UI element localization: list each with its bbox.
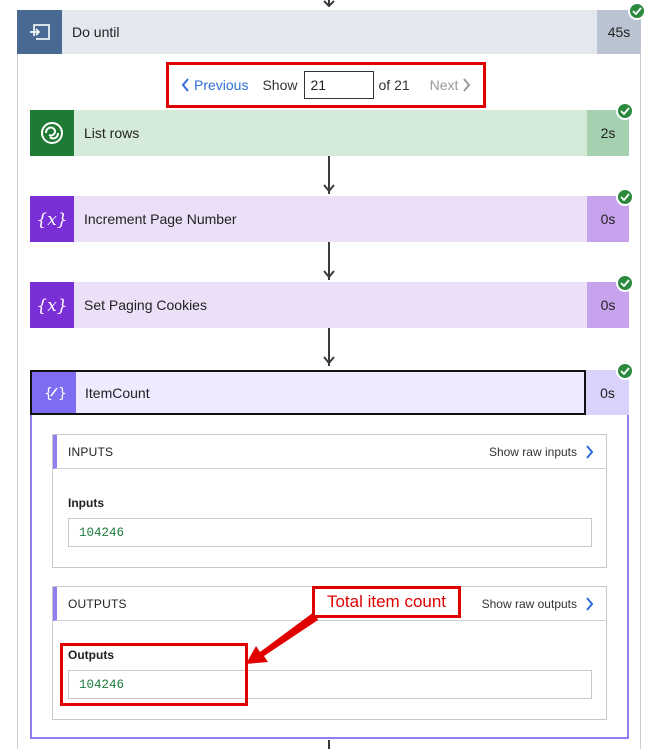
svg-text:{x}: {x} — [36, 210, 67, 230]
action-label: ItemCount — [30, 370, 586, 415]
chevron-right-icon — [586, 445, 594, 459]
annotation-label: Total item count — [312, 586, 461, 618]
arrow-down-icon — [323, 356, 335, 365]
arrow-down-icon — [323, 184, 335, 193]
success-check-icon — [628, 2, 646, 20]
svg-text:{x}: {x} — [36, 296, 67, 316]
previous-button[interactable]: Previous — [181, 77, 248, 93]
iteration-input[interactable] — [303, 71, 374, 99]
show-raw-inputs-link[interactable]: Show raw inputs — [489, 435, 594, 469]
do-until-title: Do until — [72, 24, 120, 40]
show-raw-outputs-link[interactable]: Show raw outputs — [482, 587, 594, 621]
action-label: List rows — [84, 125, 140, 141]
success-check-icon — [616, 188, 634, 206]
show-label: Show — [262, 77, 298, 93]
action-set-paging-cookies[interactable]: {x} Set Paging Cookies 0s — [30, 282, 629, 328]
annotation-arrow — [246, 612, 318, 664]
iteration-total: of 21 — [378, 77, 410, 93]
compose-icon: { } — [32, 372, 76, 413]
action-item-count-header[interactable]: ItemCount { } 0s — [30, 370, 629, 415]
annotation-highlight-box — [60, 643, 248, 706]
connector-bottom — [328, 740, 330, 749]
do-until-header[interactable]: Do until 45s — [17, 10, 641, 54]
loop-icon — [17, 10, 62, 54]
show-raw-inputs-label: Show raw inputs — [488, 445, 577, 459]
chevron-left-icon — [181, 78, 189, 92]
success-check-icon — [616, 274, 634, 292]
chevron-right-icon — [586, 597, 594, 611]
show-raw-outputs-label: Show raw outputs — [481, 597, 577, 611]
action-list-rows[interactable]: List rows 2s — [30, 110, 629, 156]
success-check-icon — [616, 362, 634, 380]
chevron-right-icon — [463, 78, 471, 92]
next-button[interactable]: Next — [430, 77, 472, 93]
arrow-down-icon — [323, 270, 335, 279]
action-increment-page-number[interactable]: {x} Increment Page Number 0s — [30, 196, 629, 242]
action-label: Increment Page Number — [84, 211, 237, 227]
svg-text:}: } — [58, 386, 67, 402]
inputs-value: 104246 — [68, 518, 592, 547]
previous-label: Previous — [194, 77, 249, 93]
variable-icon: {x} — [30, 196, 74, 242]
inputs-field-label: Inputs — [68, 496, 104, 510]
dataverse-icon — [30, 110, 74, 156]
next-label: Next — [429, 77, 459, 93]
success-check-icon — [616, 102, 634, 120]
inputs-section: INPUTS Show raw inputs Inputs 104246 — [52, 434, 607, 568]
variable-icon: {x} — [30, 282, 74, 328]
iteration-pager: Previous Show of 21 Next — [166, 62, 486, 108]
action-label: Set Paging Cookies — [84, 297, 207, 313]
